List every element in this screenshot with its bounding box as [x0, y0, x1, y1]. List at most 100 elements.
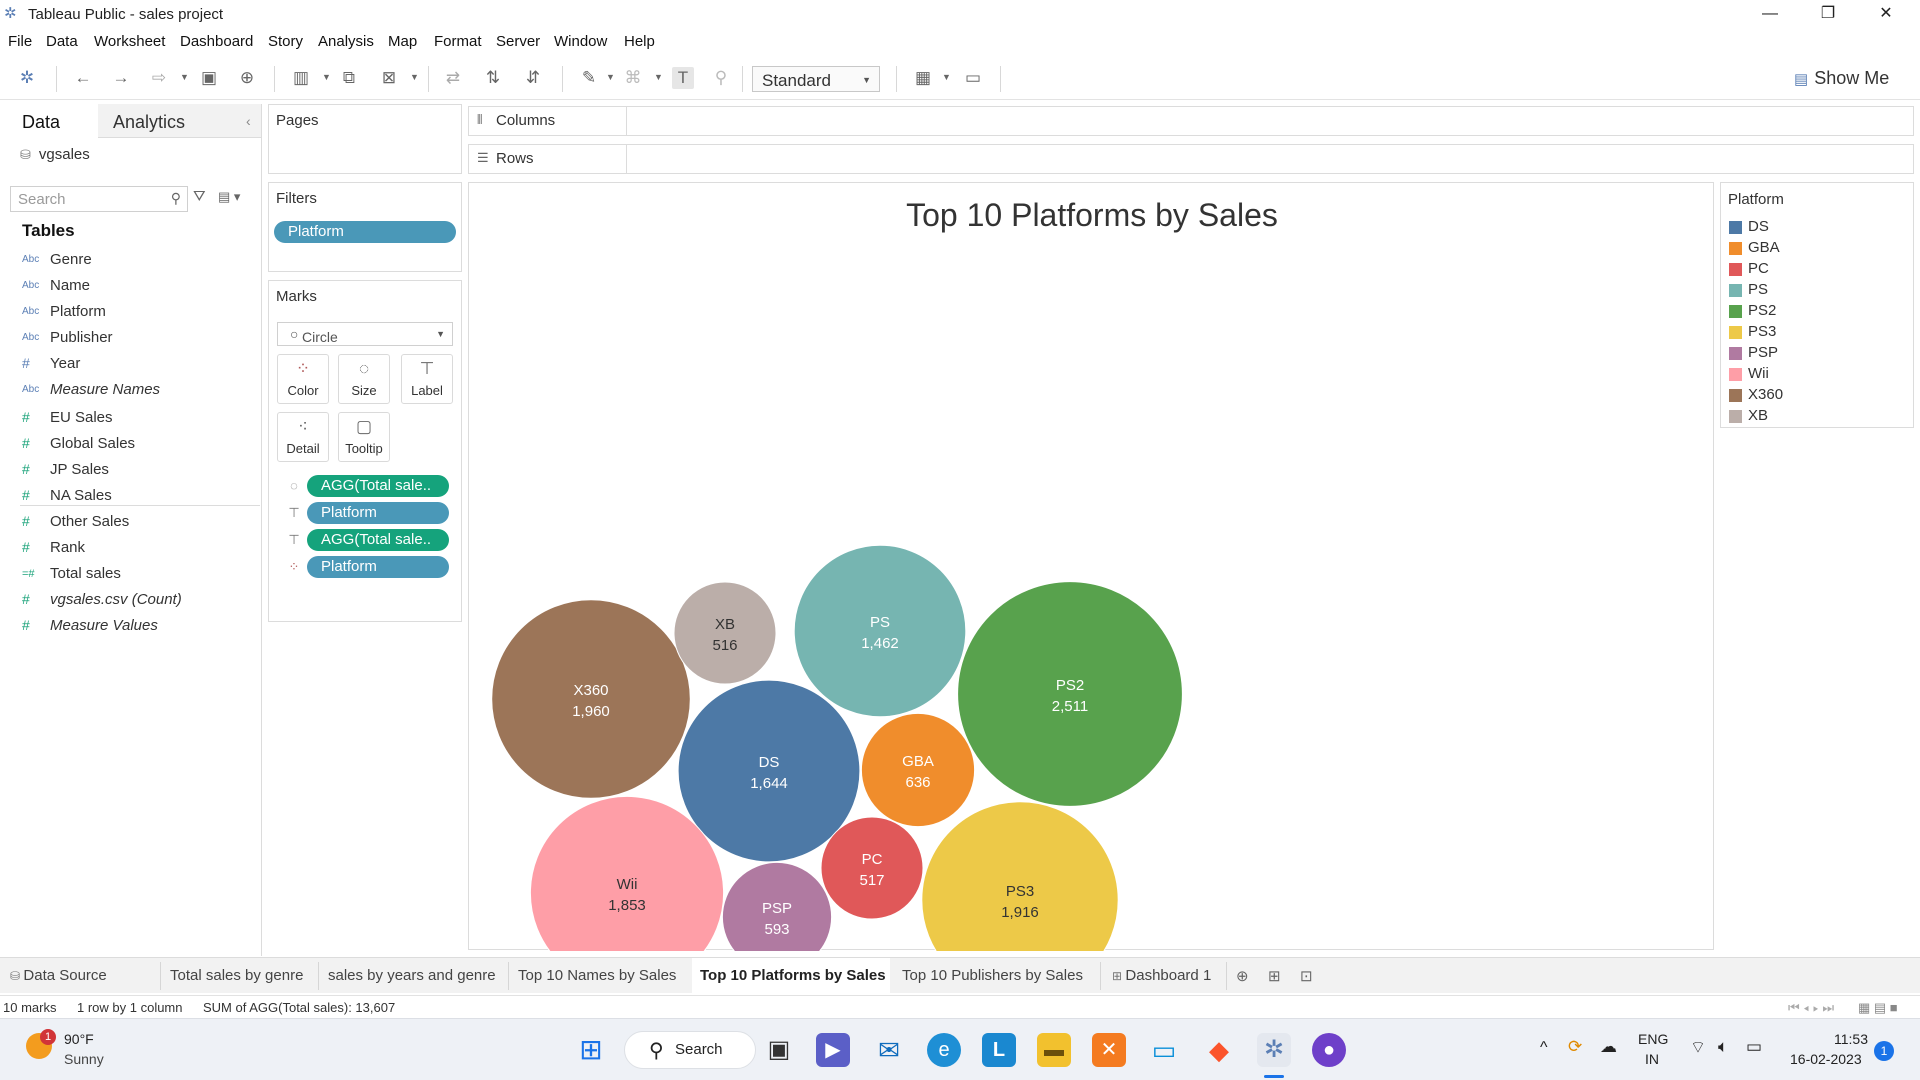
duplicate-sheet-icon[interactable]: ⧉	[338, 67, 360, 89]
menu-help[interactable]: Help	[624, 33, 655, 50]
task-view-icon[interactable]: ▣	[762, 1033, 796, 1067]
mail-icon[interactable]: ✉	[872, 1033, 906, 1067]
marks-tooltip-button[interactable]: ▢ Tooltip	[338, 412, 390, 462]
new-dashboard-tab-icon[interactable]: ⊞	[1268, 967, 1281, 985]
tab-top-10-publishers[interactable]: Top 10 Publishers by Sales	[902, 967, 1083, 984]
new-worksheet-icon[interactable]: ▥	[290, 67, 312, 89]
tray-expand-icon[interactable]: ^	[1540, 1039, 1548, 1057]
filter-fields-icon[interactable]: ⛛	[193, 188, 206, 205]
tab-top-10-platforms[interactable]: Top 10 Platforms by Sales	[700, 967, 886, 984]
tab-total-sales-by-genre[interactable]: Total sales by genre	[170, 967, 303, 984]
new-story-tab-icon[interactable]: ⊡	[1300, 967, 1313, 985]
tab-analytics[interactable]: Analytics	[113, 112, 185, 133]
rows-shelf[interactable]: ☰ Rows	[468, 144, 1914, 174]
tab-top-10-names[interactable]: Top 10 Names by Sales	[518, 967, 676, 984]
field-genre[interactable]: Abc Genre	[22, 250, 257, 274]
field-eu-sales[interactable]: # EU Sales	[22, 408, 257, 432]
highlight-dropdown-icon[interactable]: ▼	[606, 72, 615, 82]
pages-card[interactable]: Pages	[268, 104, 462, 174]
menu-data[interactable]: Data	[46, 33, 78, 50]
presentation-mode-icon[interactable]: ▭	[962, 67, 984, 89]
columns-shelf[interactable]: ⫴ Columns	[468, 106, 1914, 136]
minimize-button[interactable]: —	[1742, 0, 1798, 28]
menu-story[interactable]: Story	[268, 33, 303, 50]
github-icon[interactable]: ●	[1312, 1033, 1346, 1067]
menu-window[interactable]: Window	[554, 33, 607, 50]
tab-data-source[interactable]: ⛁ Data Source	[10, 967, 107, 984]
redo-icon[interactable]: →	[110, 67, 132, 89]
field-publisher[interactable]: Abc Publisher	[22, 328, 257, 352]
marks-pill-color-platform[interactable]: Platform	[307, 556, 449, 578]
menu-worksheet[interactable]: Worksheet	[94, 33, 165, 50]
highlight-icon[interactable]: ✎	[578, 67, 600, 89]
new-worksheet-dropdown-icon[interactable]: ▼	[322, 72, 331, 82]
field-jp-sales[interactable]: # JP Sales	[22, 460, 257, 484]
group-members-icon[interactable]: ⌘	[622, 67, 644, 89]
menu-dashboard[interactable]: Dashboard	[180, 33, 253, 50]
show-mark-labels-icon[interactable]: T	[672, 67, 694, 89]
add-datasource-icon[interactable]: ⊕	[236, 67, 258, 89]
menu-analysis[interactable]: Analysis	[318, 33, 374, 50]
brave-icon[interactable]: ◆	[1202, 1033, 1236, 1067]
menu-file[interactable]: File	[8, 33, 32, 50]
battery-icon[interactable]: ▭	[1746, 1037, 1762, 1057]
menu-server[interactable]: Server	[496, 33, 540, 50]
field-search-input[interactable]: Search ⚲	[10, 186, 188, 212]
save-icon[interactable]: ▣	[198, 67, 220, 89]
marks-pill-label-total-sales[interactable]: AGG(Total sale..	[307, 529, 449, 551]
field-measure-values[interactable]: # Measure Values	[22, 616, 257, 640]
field-total-sales[interactable]: =# Total sales	[22, 564, 257, 588]
menu-format[interactable]: Format	[434, 33, 482, 50]
field-measure-names[interactable]: Abc Measure Names	[22, 380, 257, 404]
marks-color-button[interactable]: ⁘ Color	[277, 354, 329, 404]
field-name[interactable]: Abc Name	[22, 276, 257, 300]
bubble-gba[interactable]	[860, 712, 976, 828]
bubble-xb[interactable]	[673, 581, 777, 685]
clock-date[interactable]: 16-02-2023	[1790, 1051, 1862, 1067]
field-record-count[interactable]: # vgsales.csv (Count)	[22, 590, 257, 614]
clear-sheet-dropdown-icon[interactable]: ▼	[410, 72, 419, 82]
field-global-sales[interactable]: # Global Sales	[22, 434, 257, 458]
field-platform[interactable]: Abc Platform	[22, 302, 257, 326]
mark-type-select[interactable]: ○ Circle ▼	[277, 322, 453, 346]
undo-icon[interactable]: ←	[72, 67, 94, 89]
file-explorer-icon[interactable]: ▬	[1037, 1033, 1071, 1067]
field-other-sales[interactable]: # Other Sales	[22, 512, 257, 536]
menu-map[interactable]: Map	[388, 33, 417, 50]
replay-dropdown-icon[interactable]: ▼	[180, 72, 189, 82]
marks-size-button[interactable]: ◌ Size	[338, 354, 390, 404]
tab-data[interactable]: Data	[22, 112, 60, 133]
bubble-pc[interactable]	[820, 816, 924, 920]
windows-start-icon[interactable]: ⊞	[574, 1033, 608, 1067]
bubble-ds[interactable]	[677, 679, 861, 863]
lang-in[interactable]: IN	[1645, 1051, 1659, 1067]
datasource-item[interactable]: ⛁ vgsales	[20, 146, 90, 163]
sync-icon[interactable]: ⟳	[1568, 1037, 1582, 1057]
notification-badge[interactable]: 1	[1874, 1041, 1894, 1061]
edge-icon[interactable]: e	[927, 1033, 961, 1067]
show-me-button[interactable]: ▤ Show Me	[1794, 68, 1889, 89]
sheet-nav-icons[interactable]: ⏮ ◂ ▸ ⏭	[1788, 1000, 1834, 1016]
remote-desktop-icon[interactable]: ▭	[1147, 1033, 1181, 1067]
new-worksheet-tab-icon[interactable]: ⊕	[1236, 967, 1249, 985]
show-cards-dropdown-icon[interactable]: ▼	[942, 72, 951, 82]
bubble-ps2[interactable]	[957, 581, 1183, 807]
swap-rows-columns-icon[interactable]: ⇄	[442, 67, 464, 89]
volume-icon[interactable]: 🔈︎	[1718, 1037, 1728, 1057]
marks-detail-button[interactable]: ⁖ Detail	[277, 412, 329, 462]
marks-pill-size-total-sales[interactable]: AGG(Total sale..	[307, 475, 449, 497]
clear-sheet-icon[interactable]: ⊠	[378, 67, 400, 89]
filter-pill-platform[interactable]: Platform	[274, 221, 456, 243]
tableau-taskbar-icon[interactable]: ✲	[1257, 1033, 1291, 1067]
tab-sales-by-years-and-genre[interactable]: sales by years and genre	[328, 967, 496, 984]
bubble-ps3[interactable]	[921, 801, 1119, 951]
tableau-logo-icon[interactable]: ✲	[16, 67, 38, 89]
onedrive-icon[interactable]: ☁	[1600, 1037, 1617, 1057]
tab-dashboard-1[interactable]: ⊞ Dashboard 1	[1112, 967, 1211, 984]
collapse-pane-icon[interactable]: ‹	[246, 113, 251, 129]
group-dropdown-icon[interactable]: ▼	[654, 72, 663, 82]
marks-pill-label-platform[interactable]: Platform	[307, 502, 449, 524]
fix-axes-icon[interactable]: ⚲	[710, 67, 732, 89]
close-button[interactable]: ✕	[1858, 0, 1914, 28]
bubble-x360[interactable]	[491, 599, 691, 799]
